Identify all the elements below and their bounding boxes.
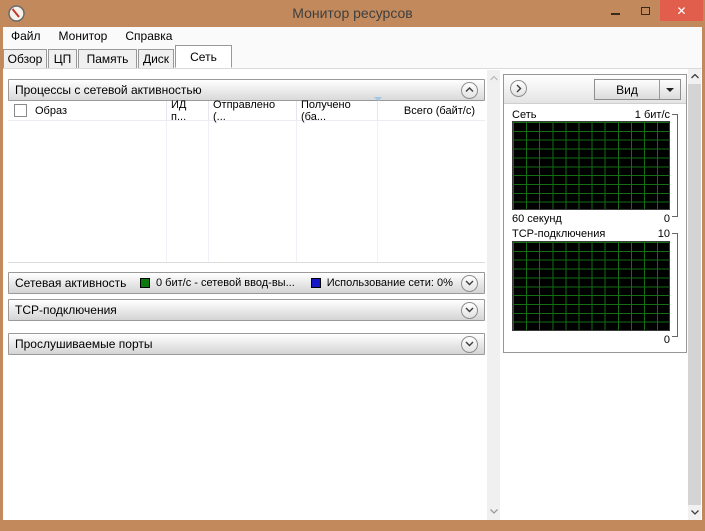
network-usage-swatch: [310, 278, 321, 288]
maximize-button[interactable]: [630, 0, 660, 21]
caret-down-icon: [666, 87, 674, 92]
process-table-body[interactable]: [8, 121, 485, 263]
scroll-up-icon[interactable]: [688, 69, 701, 84]
view-dropdown-arrow[interactable]: [659, 80, 680, 99]
network-chart-ymin: 0: [663, 213, 670, 225]
tab-bar: Обзор ЦП Память Диск Сеть: [3, 45, 702, 68]
ports-section-header[interactable]: Прослушиваемые порты: [8, 333, 485, 355]
tcp-chart: [512, 241, 670, 331]
menu-help[interactable]: Справка: [125, 28, 181, 44]
network-activity-section-header[interactable]: Сетевая активность 0 бит/с - сетевой вво…: [8, 272, 485, 294]
tcp-chart-ymin: 0: [663, 334, 670, 346]
tab-network[interactable]: Сеть: [175, 45, 232, 68]
column-pid[interactable]: ИД п...: [167, 99, 209, 123]
tab-overview[interactable]: Обзор: [3, 49, 47, 68]
tab-disk[interactable]: Диск: [138, 49, 174, 68]
network-io-swatch: [140, 278, 150, 288]
sort-indicator-icon: [374, 97, 382, 101]
charts-side-panel: Вид Сеть 1 бит/с 60 секунд 0 TCP-подключ…: [503, 74, 687, 353]
chevron-right-icon: [516, 84, 521, 93]
chevron-down-icon: [465, 307, 474, 313]
tcp-section-title: TCP-подключения: [15, 303, 117, 317]
network-usage-label: Использование сети: 0%: [326, 277, 453, 289]
collapse-up-button[interactable]: [461, 81, 478, 99]
menu-bar: Файл Монитор Справка: [3, 27, 702, 45]
column-sent[interactable]: Отправлено (...: [209, 99, 297, 123]
scroll-down-icon[interactable]: [487, 504, 500, 519]
network-activity-title: Сетевая активность: [15, 276, 127, 290]
scroll-up-icon[interactable]: [487, 71, 500, 86]
side-panel-scrollbar[interactable]: [688, 69, 701, 520]
network-usage-legend: Использование сети: 0%: [310, 277, 453, 289]
network-chart-labels: Сеть 1 бит/с: [512, 109, 670, 121]
network-chart-ymax: 1 бит/с: [634, 109, 670, 121]
side-panel-toolbar: Вид: [504, 75, 686, 104]
column-total[interactable]: Всего (байт/с): [378, 101, 485, 120]
tcp-section-header[interactable]: TCP-подключения: [8, 299, 485, 321]
network-chart-scale-bracket: [672, 114, 678, 217]
column-image[interactable]: Образ: [8, 101, 167, 120]
view-dropdown-button[interactable]: Вид: [594, 79, 681, 100]
minimize-button[interactable]: [600, 0, 630, 21]
expand-down-button[interactable]: [461, 301, 478, 319]
tab-memory[interactable]: Память: [78, 49, 137, 68]
chevron-up-icon: [465, 87, 474, 92]
tab-cpu[interactable]: ЦП: [48, 49, 77, 68]
network-chart: [512, 121, 670, 210]
tcp-chart-bottom-labels: 0: [512, 334, 670, 346]
chevron-down-icon: [465, 341, 474, 347]
network-io-legend: 0 бит/с - сетевой ввод-вы...: [140, 277, 295, 289]
tcp-chart-title: TCP-подключения: [512, 228, 606, 240]
column-received[interactable]: Получено (ба...: [297, 99, 378, 123]
ports-section-title: Прослушиваемые порты: [15, 337, 153, 351]
network-chart-xlabel: 60 секунд: [512, 213, 562, 225]
menu-monitor[interactable]: Монитор: [59, 28, 117, 44]
network-io-label: 0 бит/с - сетевой ввод-вы...: [156, 277, 295, 289]
menu-file[interactable]: Файл: [11, 28, 50, 44]
chevron-down-icon: [465, 280, 474, 286]
view-button-label: Вид: [616, 82, 638, 97]
expand-down-button[interactable]: [461, 335, 478, 353]
tcp-chart-scale-bracket: [672, 233, 678, 337]
tcp-chart-labels: TCP-подключения 10: [512, 228, 670, 240]
scroll-down-icon[interactable]: [688, 505, 701, 520]
tab-content: Процессы с сетевой активностью Образ ИД …: [3, 68, 702, 520]
process-table-header: Образ ИД п... Отправлено (... Получено (…: [8, 97, 485, 123]
select-all-checkbox[interactable]: [14, 104, 27, 117]
tcp-chart-ymax: 10: [657, 228, 670, 240]
left-pane-scrollbar[interactable]: [487, 70, 500, 520]
processes-section-title: Процессы с сетевой активностью: [15, 83, 202, 97]
close-button[interactable]: ✕: [660, 0, 703, 21]
network-chart-title: Сеть: [512, 109, 537, 121]
network-chart-bottom-labels: 60 секунд 0: [512, 213, 670, 225]
title-bar: Монитор ресурсов ✕: [0, 0, 705, 27]
expand-down-button[interactable]: [461, 274, 478, 292]
resource-monitor-window: Монитор ресурсов ✕ Файл Монитор Справка …: [0, 0, 705, 531]
collapse-panel-button[interactable]: [510, 80, 527, 97]
